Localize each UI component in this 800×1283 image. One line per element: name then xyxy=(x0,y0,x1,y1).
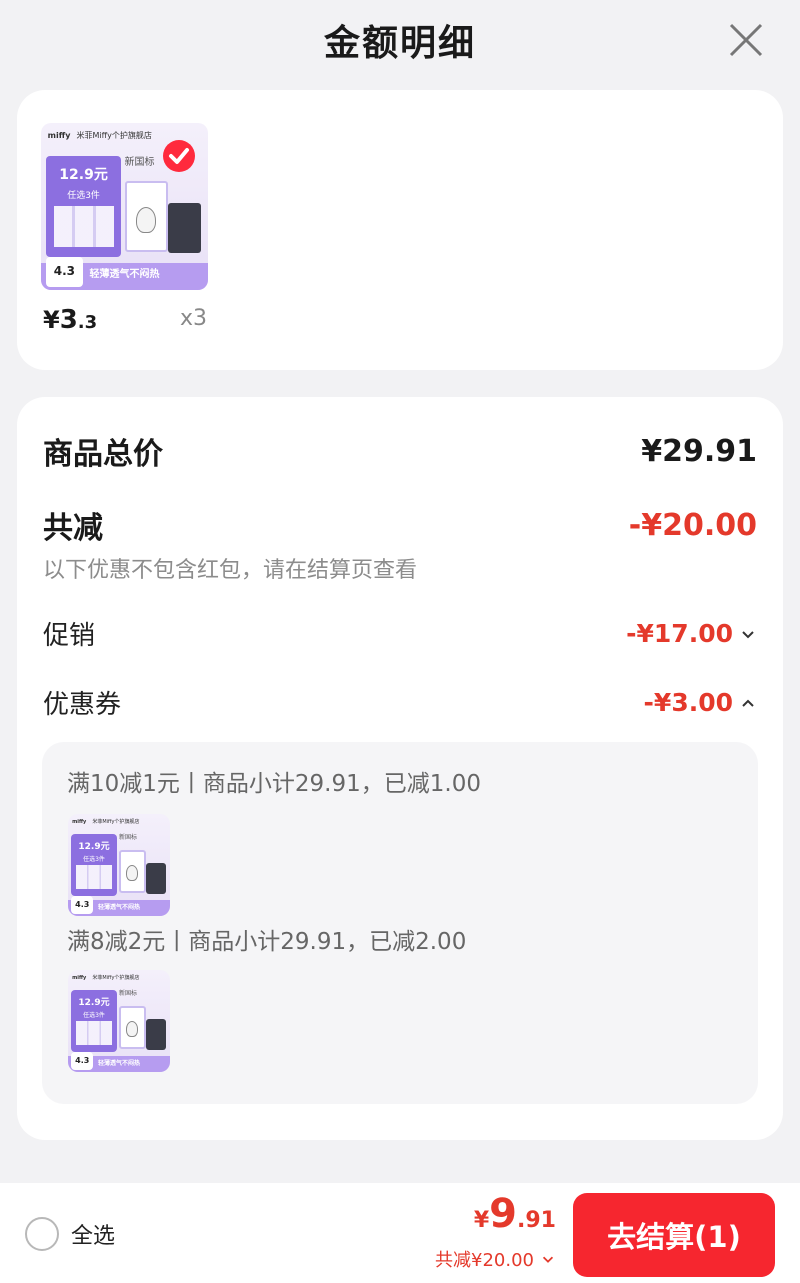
rating-badge: 4.3 xyxy=(46,256,83,287)
product-card: miffy 米菲Miffy个护旗舰店 12.9元 任选3件 新国标 轻薄透气不闷热… xyxy=(17,90,783,370)
saving-summary[interactable]: 共减¥20.00 xyxy=(435,1246,556,1272)
promo-price: 12.9元 xyxy=(59,167,108,184)
saving-text: 共减¥20.00 xyxy=(435,1250,534,1271)
coupon-value: -¥3.00 xyxy=(643,688,733,717)
select-all-label: 全选 xyxy=(71,1224,116,1249)
package-dark-image xyxy=(145,1018,166,1050)
promo-row[interactable]: 促销 -¥17.00 xyxy=(43,615,757,652)
coupon-label: 优惠券 xyxy=(43,690,122,720)
coupon-row[interactable]: 优惠券 -¥3.00 xyxy=(43,684,757,721)
package-dark-image xyxy=(167,203,202,254)
product-quantity: x3 xyxy=(180,306,208,331)
discount-note: 以下优惠不包含红包，请在结算页查看 xyxy=(43,558,418,583)
price-decimal: .91 xyxy=(517,1208,556,1233)
checkout-button[interactable]: 去结算(1) xyxy=(573,1193,775,1277)
page-title: 金额明细 xyxy=(323,23,476,64)
promo-price: 12.9元 xyxy=(78,998,110,1009)
new-standard-tag: 新国标 xyxy=(124,157,155,169)
product-grid xyxy=(75,864,113,890)
promo-box: 12.9元 任选3件 xyxy=(71,834,117,896)
new-standard-tag: 新国标 xyxy=(119,990,138,998)
coupon-rule: 满10减1元丨商品小计29.91，已减1.00 xyxy=(67,771,481,797)
total-value: ¥29.91 xyxy=(641,433,757,469)
promo-box: 12.9元 任选3件 xyxy=(46,156,122,257)
select-all[interactable]: 全选 xyxy=(25,1217,115,1251)
product-price: ¥3.3 xyxy=(43,305,97,335)
promo-value: -¥17.00 xyxy=(626,619,733,648)
chevron-down-icon xyxy=(742,630,754,638)
discount-label: 共减 xyxy=(43,511,103,546)
chevron-up-icon xyxy=(742,699,754,707)
price-integer: 9 xyxy=(489,1191,518,1237)
price-currency: ¥ xyxy=(473,1208,490,1233)
shop-name: 米菲Miffy个护旗舰店 xyxy=(92,819,140,826)
selected-check-icon xyxy=(162,139,195,172)
header: 金额明细 xyxy=(0,0,800,80)
brand-logo: miffy xyxy=(72,819,87,826)
bunny-icon xyxy=(126,865,139,882)
promo-box: 12.9元 任选3件 xyxy=(71,990,117,1052)
coupon-product-image[interactable]: miffy 米菲Miffy个护旗舰店 12.9元 任选3件 新国标 轻薄透气不闷热… xyxy=(68,970,170,1072)
shop-name: 米菲Miffy个护旗舰店 xyxy=(76,130,152,140)
total-label: 商品总价 xyxy=(43,437,163,472)
promo-sub: 任选3件 xyxy=(67,191,100,202)
price-detail-card: 商品总价 ¥29.91 共减 -¥20.00 以下优惠不包含红包，请在结算页查看… xyxy=(17,397,783,1140)
promo-sub: 任选3件 xyxy=(83,855,105,863)
new-standard-tag: 新国标 xyxy=(119,834,138,842)
rating-badge: 4.3 xyxy=(71,1051,94,1070)
bunny-icon xyxy=(126,1021,139,1038)
rating-badge: 4.3 xyxy=(71,895,94,914)
shop-name: 米菲Miffy个护旗舰店 xyxy=(92,975,140,982)
promo-label: 促销 xyxy=(43,621,96,651)
close-button[interactable] xyxy=(726,20,766,60)
total-row: 商品总价 ¥29.91 xyxy=(43,429,757,473)
product-grid xyxy=(53,206,114,247)
brand-logo: miffy xyxy=(47,130,71,140)
product-image[interactable]: miffy 米菲Miffy个护旗舰店 12.9元 任选3件 新国标 轻薄透气不闷热… xyxy=(41,123,208,290)
payable-price: ¥9.91 xyxy=(474,1191,556,1237)
bunny-icon xyxy=(136,206,157,234)
promo-sub: 任选3件 xyxy=(83,1011,105,1019)
product-grid xyxy=(75,1020,113,1046)
price-integer: 3 xyxy=(59,305,78,335)
coupon-product-image[interactable]: miffy 米菲Miffy个护旗舰店 12.9元 任选3件 新国标 轻薄透气不闷热… xyxy=(68,814,170,916)
close-icon xyxy=(729,23,763,57)
promo-price: 12.9元 xyxy=(78,842,110,853)
select-all-radio[interactable] xyxy=(25,1217,59,1251)
coupon-list: 满10减1元丨商品小计29.91，已减1.00 miffy 米菲Miffy个护旗舰… xyxy=(42,742,758,1104)
checkout-bar: 全选 ¥9.91 共减¥20.00 去结算(1) xyxy=(0,1183,800,1283)
coupon-rule: 满8减2元丨商品小计29.91，已减2.00 xyxy=(67,929,467,955)
discount-row: 共减 -¥20.00 xyxy=(43,503,757,547)
price-decimal: .3 xyxy=(77,312,98,333)
discount-value: -¥20.00 xyxy=(628,507,757,543)
package-dark-image xyxy=(145,862,166,894)
price-currency: ¥ xyxy=(43,306,60,334)
chevron-down-icon xyxy=(542,1256,554,1263)
brand-logo: miffy xyxy=(72,975,87,982)
